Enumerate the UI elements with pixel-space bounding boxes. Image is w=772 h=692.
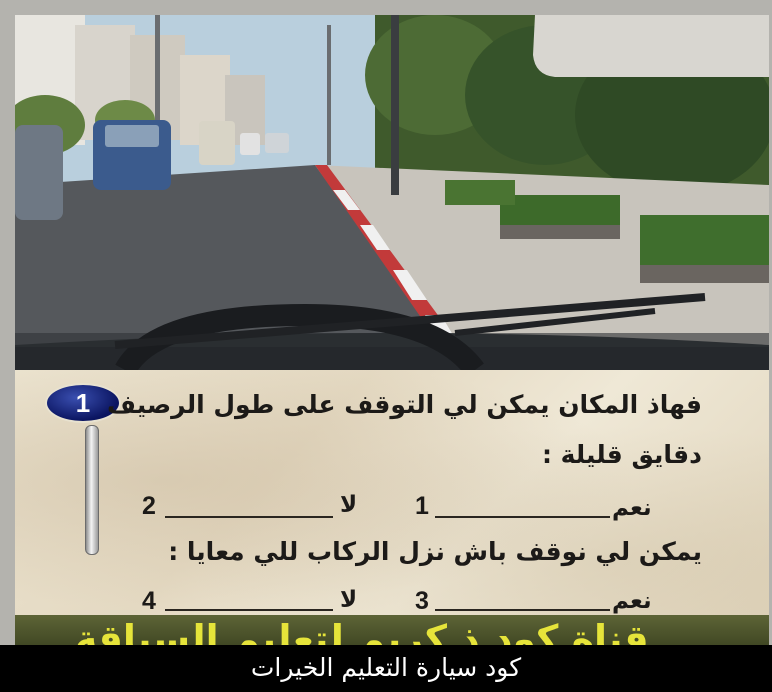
progress-bar-indicator <box>85 425 99 555</box>
answer-number-3: 3 <box>415 587 429 615</box>
question-line-1: فهاذ المكان يمكن لي التوقف على طول الرصي… <box>107 390 702 419</box>
channel-banner: قناة كود ذ كريم لتعليم السياقة <box>15 615 769 645</box>
answer-yes-label-1: نعم <box>612 495 652 521</box>
answer-number-2: 2 <box>142 492 156 520</box>
answer-no-label-1: لا <box>340 492 358 518</box>
driving-scene-photo <box>15 15 769 370</box>
answer-no-label-2: لا <box>340 587 358 613</box>
subtitle-caption: كود سيارة التعليم الخيرات <box>0 645 772 692</box>
answer-line-1 <box>435 516 610 518</box>
answer-yes-label-2: نعم <box>612 588 652 614</box>
channel-banner-text: قناة كود ذ كريم لتعليم السياقة <box>75 617 649 645</box>
answer-line-3 <box>435 609 610 611</box>
answer-line-2 <box>165 516 333 518</box>
answer-number-1: 1 <box>415 492 429 520</box>
answer-number-4: 4 <box>142 587 156 615</box>
question-line-2: دقايق قليلة : <box>541 440 702 469</box>
answer-line-4 <box>165 609 333 611</box>
question-line-3: يمكن لي نوقف باش نزل الركاب للي معايا : <box>168 537 702 566</box>
subtitle-caption-text: كود سيارة التعليم الخيرات <box>250 653 522 682</box>
question-number: 1 <box>75 387 91 418</box>
